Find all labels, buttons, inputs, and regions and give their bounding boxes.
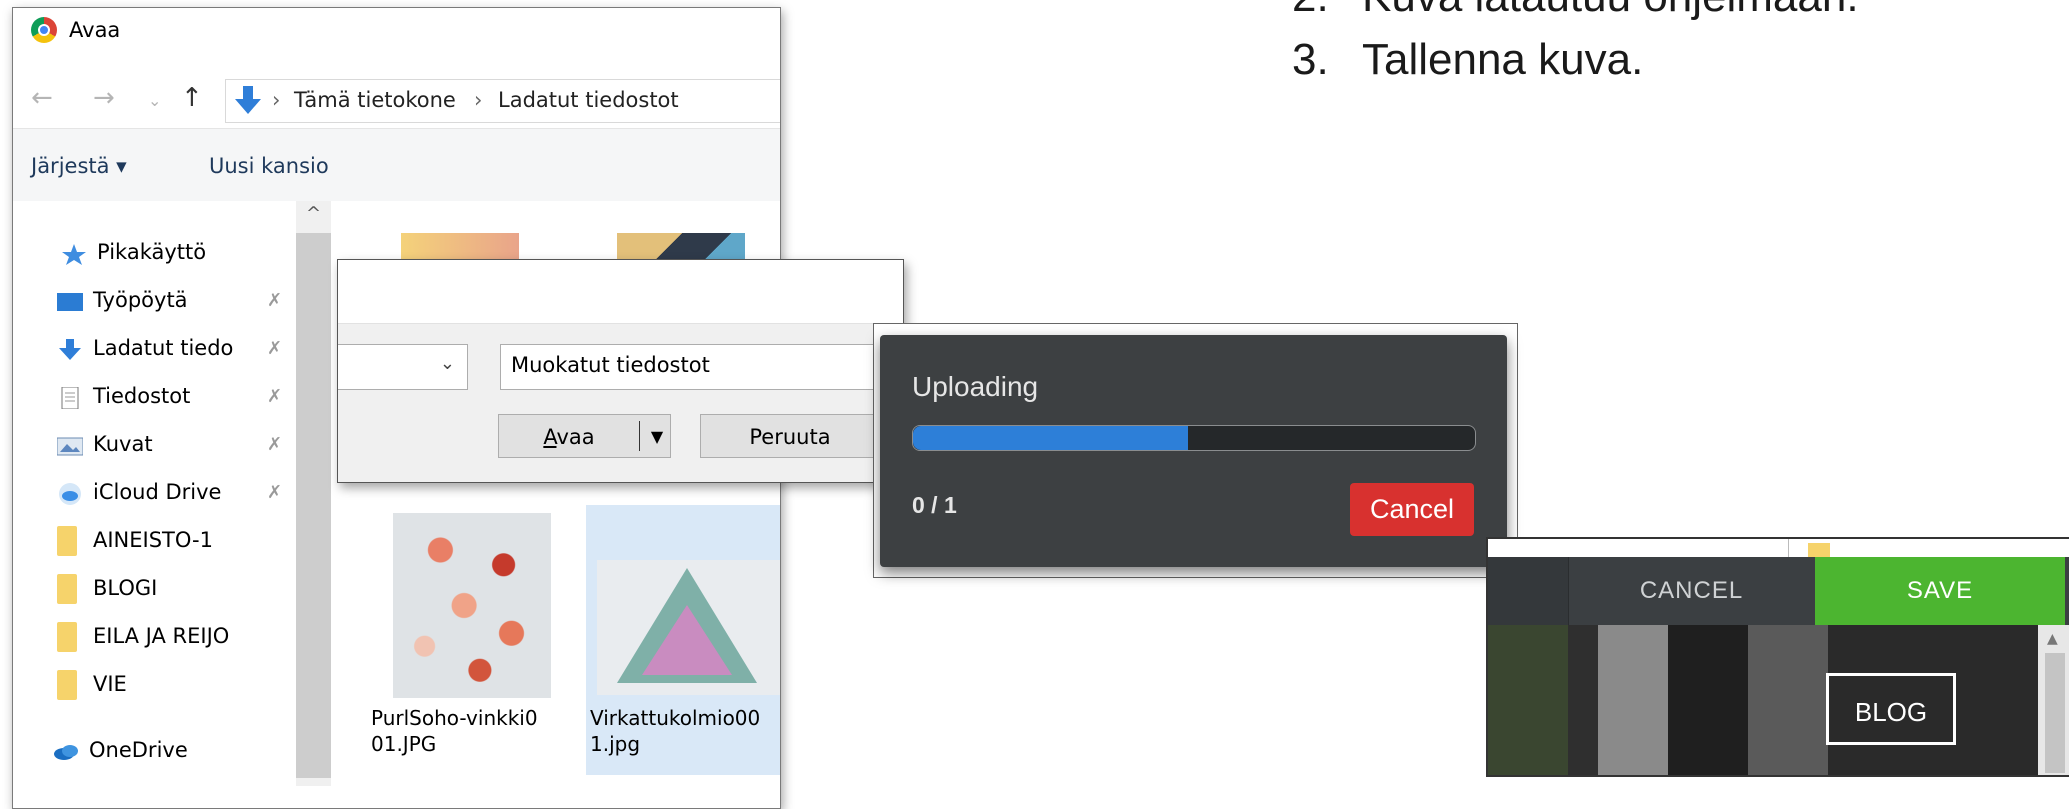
nav-item-label: VIE — [93, 672, 127, 696]
instruction-item-2: 2.Kuva latautuu ohjelmaan. — [1292, 0, 1859, 22]
editor-left-panel — [1488, 557, 1569, 625]
scrollbar-thumb[interactable] — [296, 233, 332, 778]
editor-scrollbar[interactable]: ▲ — [2038, 625, 2069, 775]
nav-item-label: iCloud Drive — [93, 480, 222, 504]
new-folder-button[interactable]: Uusi kansio — [209, 154, 329, 178]
upload-progress-fill — [913, 426, 1189, 450]
instruction-number: 2. — [1292, 0, 1362, 22]
nav-item-label: Kuvat — [93, 432, 153, 456]
nav-item-label: Työpöytä — [93, 288, 188, 312]
instruction-item-3: 3. Tallenna kuva. — [1292, 35, 1643, 85]
upload-cancel-button[interactable]: Cancel — [1350, 483, 1474, 536]
nav-item-label: Tiedostot — [93, 384, 191, 408]
folder-icon — [1808, 543, 1830, 557]
file-thumbnail-virkattukolmio[interactable] — [597, 560, 780, 695]
open-button-label-rest: vaa — [556, 425, 595, 449]
nav-item-label: EILA JA REIJO — [93, 624, 230, 648]
address-bar[interactable]: › Tämä tietokone › Ladatut tiedostot — [225, 79, 780, 123]
upload-count: 0 / 1 — [912, 492, 957, 518]
breadcrumb-this-pc[interactable]: Tämä tietokone — [294, 88, 456, 112]
breadcrumb-separator: › — [474, 88, 483, 112]
document-icon — [61, 387, 79, 409]
editor-topstrip — [1488, 539, 2069, 557]
split-divider — [639, 421, 640, 451]
file-type-select[interactable]: Muokatut tiedostot ⌄ — [500, 344, 902, 390]
file-name-combobox[interactable]: ⌄ — [338, 344, 468, 390]
open-button[interactable]: Avaa ▼ — [498, 414, 671, 458]
crochet-triangle-inner — [642, 605, 732, 675]
pin-icon: ✗ — [267, 434, 283, 455]
back-arrow-icon[interactable]: ← — [31, 83, 53, 113]
breadcrumb-separator: › — [272, 88, 281, 112]
file-name-purlsoho[interactable]: PurlSoho-vinkki0 01.JPG — [371, 705, 538, 757]
desktop-icon — [57, 293, 83, 311]
navigation-row: ← → ⌄ ↑ › Tämä tietokone › Ladatut tiedo… — [13, 73, 780, 128]
folder-icon — [57, 670, 77, 700]
divider — [1788, 539, 1789, 557]
download-icon — [59, 339, 81, 360]
organize-menu[interactable]: Järjestä ▾ — [31, 154, 127, 178]
open-buttons-panel: ⌄ Muokatut tiedostot ⌄ Avaa ▼ Peruuta — [337, 259, 904, 483]
file-type-value: Muokatut tiedostot — [511, 353, 710, 377]
scroll-up-icon[interactable]: ▲ — [2047, 631, 2058, 647]
upload-progress-bar — [912, 425, 1476, 451]
open-accesskey: A — [543, 425, 557, 449]
up-arrow-icon[interactable]: ↑ — [181, 83, 203, 113]
pin-icon: ✗ — [267, 290, 283, 311]
navigation-scrollbar[interactable]: ^ — [296, 201, 332, 786]
folder-icon — [57, 526, 77, 556]
scrollbar-thumb[interactable] — [2045, 653, 2065, 773]
nav-item-label: Ladatut tiedo — [93, 336, 234, 360]
file-name-virkattukolmio[interactable]: Virkattukolmio00 1.jpg — [590, 705, 760, 757]
dropdown-arrow-icon[interactable]: ▼ — [643, 415, 671, 459]
nav-item-label: OneDrive — [89, 738, 188, 762]
instruction-number: 3. — [1292, 35, 1329, 84]
upload-title: Uploading — [912, 371, 1039, 402]
image-editor: CANCEL SAVE BLOG ▲ — [1486, 537, 2069, 777]
folder-icon — [57, 622, 77, 652]
editor-cancel-button[interactable]: CANCEL — [1568, 557, 1815, 625]
upload-dialog: Uploading 0 / 1 Cancel — [880, 335, 1507, 567]
cloud-icon — [59, 483, 81, 505]
onedrive-icon — [54, 745, 78, 760]
panel-footer: ⌄ Muokatut tiedostot ⌄ Avaa ▼ Peruuta — [338, 323, 903, 482]
chevron-down-icon[interactable]: ⌄ — [440, 353, 455, 374]
breadcrumb-downloads[interactable]: Ladatut tiedostot — [498, 88, 679, 112]
scroll-up-icon[interactable]: ^ — [306, 203, 321, 224]
dialog-title: Avaa — [69, 18, 121, 42]
dialog-titlebar: Avaa — [13, 8, 780, 54]
star-icon — [62, 244, 86, 265]
nav-item-label: Pikakäyttö — [97, 240, 207, 264]
editor-save-button[interactable]: SAVE — [1815, 557, 2065, 625]
folder-icon — [57, 574, 77, 604]
pin-icon: ✗ — [267, 482, 283, 503]
pictures-icon — [57, 437, 83, 456]
dialog-toolbar: Järjestä ▾ Uusi kansio — [13, 128, 780, 202]
chrome-icon — [31, 17, 57, 43]
pin-icon: ✗ — [267, 386, 283, 407]
cancel-button[interactable]: Peruuta — [700, 414, 880, 458]
forward-arrow-icon[interactable]: → — [93, 83, 115, 113]
file-thumbnail-purlsoho[interactable] — [393, 513, 551, 698]
editor-image-label: BLOG — [1826, 673, 1956, 745]
nav-item-label: BLOGI — [93, 576, 158, 600]
nav-item-label: AINEISTO-1 — [93, 528, 213, 552]
recent-dropdown-icon[interactable]: ⌄ — [148, 91, 161, 110]
instruction-text: Kuva latautuu ohjelmaan. — [1362, 0, 1859, 21]
instruction-text: Tallenna kuva. — [1362, 35, 1644, 84]
download-icon — [235, 86, 261, 114]
pin-icon: ✗ — [267, 338, 283, 359]
